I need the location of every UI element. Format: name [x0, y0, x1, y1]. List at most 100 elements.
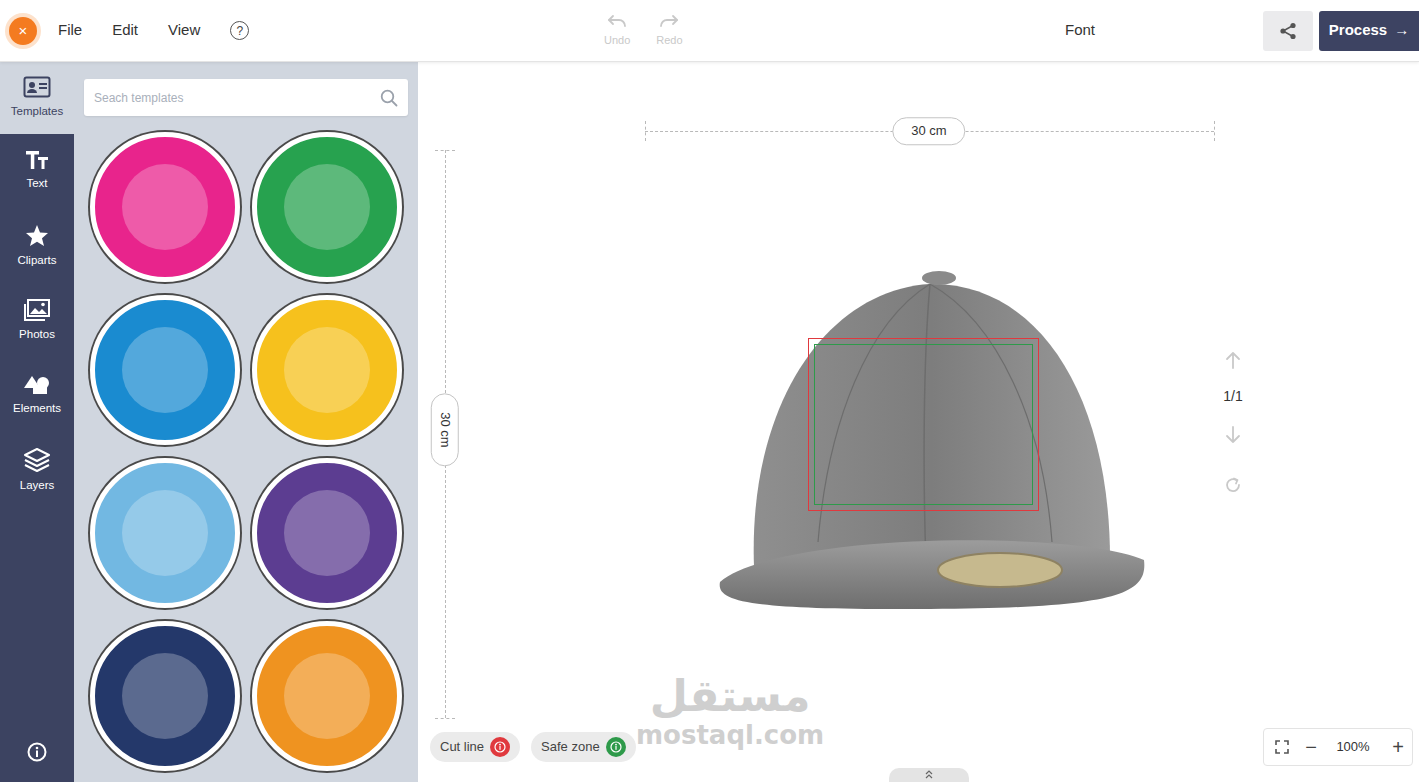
template-art — [122, 327, 208, 413]
arrow-icon: → — [1394, 19, 1409, 42]
template-art — [284, 653, 370, 739]
zoom-out-button[interactable]: − — [1300, 732, 1322, 762]
ruler-tick — [1214, 121, 1215, 141]
template-cell — [246, 132, 408, 282]
width-label: 30 cm — [892, 117, 965, 145]
sidebar-label: Templates — [11, 103, 63, 120]
info-icon — [490, 737, 510, 757]
height-label: 30 cm — [431, 393, 459, 466]
layers-icon — [24, 448, 50, 472]
sidebar-item[interactable]: Elements — [0, 359, 74, 434]
workspace: Templates Text Cliparts Photos Elements Layer… — [0, 62, 1419, 782]
redo-button[interactable]: Redo — [656, 13, 682, 49]
undo-button[interactable]: Undo — [604, 13, 630, 49]
template-thumbnail[interactable] — [252, 458, 402, 608]
template-thumbnail[interactable] — [90, 132, 240, 282]
template-grid — [84, 132, 408, 771]
redo-icon — [658, 13, 680, 28]
sidebar: Templates Text Cliparts Photos Elements Layer… — [0, 62, 74, 782]
page-down-button[interactable] — [1225, 423, 1241, 447]
photo-icon — [24, 299, 50, 321]
template-art — [122, 490, 208, 576]
share-button[interactable] — [1263, 11, 1313, 51]
template-art — [284, 164, 370, 250]
menu-item[interactable]: Edit — [112, 19, 138, 42]
sidebar-label: Text — [26, 175, 47, 192]
cut-line-box — [808, 338, 1039, 511]
template-thumbnail[interactable] — [90, 621, 240, 771]
template-thumbnail[interactable] — [90, 295, 240, 445]
ruler-tick — [645, 121, 646, 141]
template-cell — [84, 621, 246, 771]
sidebar-item[interactable]: Photos — [0, 284, 74, 359]
help-button[interactable]: ? — [230, 21, 249, 40]
sidebar-item[interactable]: Templates — [0, 62, 74, 134]
guide-toggles: Cut line Safe zone — [430, 732, 636, 762]
toolbar-title: Font — [1065, 19, 1095, 42]
help-icon: ? — [236, 25, 243, 37]
guide-toggle[interactable]: Cut line — [430, 732, 520, 762]
zoom-control: −100%+ — [1263, 728, 1413, 766]
history-label: Undo — [604, 32, 630, 49]
sidebar-label: Elements — [13, 400, 61, 417]
refresh-icon — [1224, 476, 1242, 494]
sidebar-label: Cliparts — [18, 252, 57, 269]
page-up-button[interactable] — [1225, 348, 1241, 372]
history-group: Undo Redo — [604, 13, 683, 49]
template-cell — [246, 458, 408, 608]
template-thumbnail[interactable] — [252, 295, 402, 445]
menu-item[interactable]: File — [58, 19, 82, 42]
template-cell — [246, 295, 408, 445]
ruler-tick — [435, 718, 455, 719]
template-thumbnail[interactable] — [252, 621, 402, 771]
arrow-up-icon — [1225, 351, 1241, 369]
drawer-tab[interactable] — [889, 768, 969, 782]
search-box — [84, 79, 408, 116]
page-controls: 1/1 — [1213, 348, 1253, 497]
info-button[interactable] — [0, 742, 74, 762]
safe-zone-box[interactable] — [814, 344, 1033, 505]
template-cell — [84, 458, 246, 608]
search-input[interactable] — [94, 89, 380, 107]
watermark: مستقلmostaql.com — [636, 674, 824, 748]
sidebar-item[interactable]: Layers — [0, 434, 74, 509]
template-art — [284, 490, 370, 576]
templates-panel — [74, 62, 418, 782]
undo-icon — [606, 13, 628, 28]
guide-label: Cut line — [440, 737, 484, 757]
search-icon — [380, 89, 398, 107]
template-cell — [246, 621, 408, 771]
cap-mockup — [418, 62, 1419, 782]
fullscreen-button[interactable] — [1264, 740, 1300, 754]
fullscreen-icon — [1275, 740, 1289, 754]
info-icon — [606, 737, 626, 757]
template-art — [122, 653, 208, 739]
top-bar: × File Edit View? Undo Redo Font Process→ — [0, 0, 1419, 62]
history-label: Redo — [656, 32, 682, 49]
template-art — [122, 164, 208, 250]
template-thumbnail[interactable] — [90, 458, 240, 608]
menu-item[interactable]: View — [168, 19, 200, 42]
sidebar-item[interactable]: Text — [0, 134, 74, 209]
guide-toggle[interactable]: Safe zone — [531, 732, 636, 762]
reset-button[interactable] — [1224, 473, 1242, 497]
chevrons-up-icon — [924, 770, 934, 779]
template-cell — [84, 132, 246, 282]
star-icon — [25, 224, 49, 247]
template-card-icon — [23, 76, 51, 98]
text-icon — [25, 150, 49, 170]
guide-label: Safe zone — [541, 737, 600, 757]
template-cell — [84, 295, 246, 445]
template-thumbnail[interactable] — [252, 132, 402, 282]
sidebar-item[interactable]: Cliparts — [0, 209, 74, 284]
close-button[interactable]: × — [9, 17, 37, 45]
process-button[interactable]: Process→ — [1319, 11, 1419, 51]
menu-group: × File Edit View? — [0, 17, 592, 45]
template-art — [284, 327, 370, 413]
design-canvas[interactable]: 30 cm 30 cm 1/1 Cut line Safe zone مستقلmosta… — [418, 62, 1419, 782]
close-icon: × — [19, 23, 28, 38]
shapes-icon — [23, 375, 51, 395]
zoom-in-button[interactable]: + — [1384, 732, 1412, 762]
sidebar-label: Photos — [19, 326, 55, 343]
share-icon — [1279, 22, 1297, 40]
